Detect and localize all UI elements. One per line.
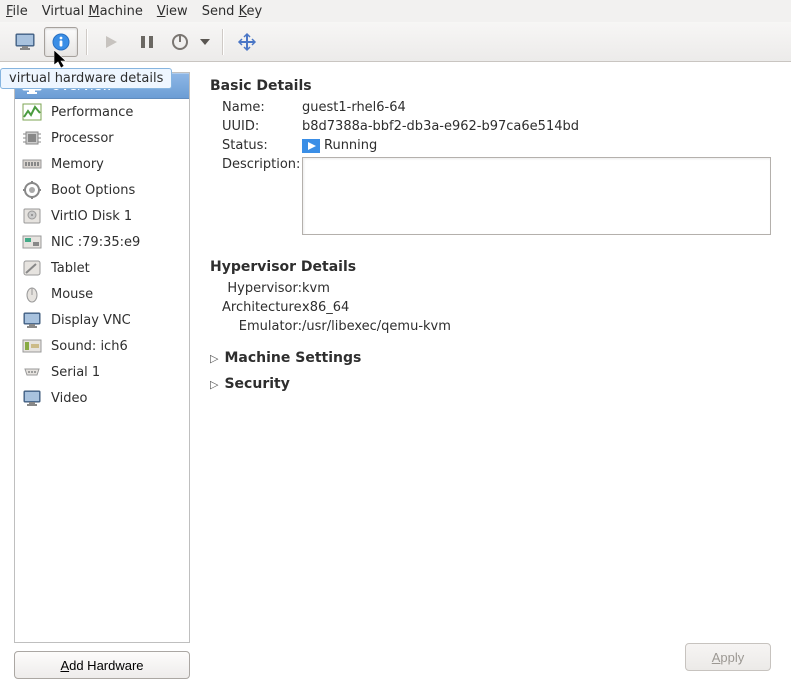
sidebar-container: Overview Performance Processor Memory Bo… <box>0 62 196 685</box>
machine-settings-expander[interactable]: ▷ Machine Settings <box>210 350 771 366</box>
apply-button[interactable]: Apply <box>685 643 771 671</box>
toolbar-separator-2 <box>222 29 224 55</box>
monitor-icon <box>14 32 36 52</box>
sidebar-item-label: Boot Options <box>51 183 135 198</box>
name-label: Name: <box>210 100 302 115</box>
power-icon <box>171 33 189 51</box>
emulator-label: Emulator: <box>210 319 302 334</box>
security-label: Security <box>224 376 289 392</box>
toolbar-separator <box>86 29 88 55</box>
triangle-right-icon: ▷ <box>210 352 218 365</box>
status-value: Running <box>302 138 771 153</box>
uuid-label: UUID: <box>210 119 302 134</box>
basic-details-title: Basic Details <box>210 78 771 94</box>
menu-send-key[interactable]: Send Key <box>202 4 262 19</box>
menu-file[interactable]: File <box>6 4 28 19</box>
security-expander[interactable]: ▷ Security <box>210 376 771 392</box>
fullscreen-button[interactable] <box>230 27 264 57</box>
uuid-value: b8d7388a-bbf2-db3a-e962-b97ca6e514bd <box>302 119 771 134</box>
status-label: Status: <box>210 138 302 153</box>
mouse-icon <box>21 284 43 304</box>
sidebar-item-label: Display VNC <box>51 313 131 328</box>
machine-settings-label: Machine Settings <box>224 350 361 366</box>
description-label: Description: <box>210 157 302 172</box>
display-icon <box>21 310 43 330</box>
basic-details-section: Basic Details Name: guest1-rhel6-64 UUID… <box>210 78 771 239</box>
memory-icon <box>21 154 43 174</box>
content-pane: Basic Details Name: guest1-rhel6-64 UUID… <box>196 62 791 685</box>
performance-icon <box>21 102 43 122</box>
video-icon <box>21 388 43 408</box>
menubar: File Virtual Machine View Send Key <box>0 0 791 22</box>
architecture-label: Architecture: <box>210 300 302 315</box>
sidebar-item-serial[interactable]: Serial 1 <box>15 359 189 385</box>
sidebar-item-video[interactable]: Video <box>15 385 189 411</box>
description-input[interactable] <box>302 157 771 235</box>
pause-button[interactable] <box>130 27 164 57</box>
tablet-icon <box>21 258 43 278</box>
name-value: guest1-rhel6-64 <box>302 100 771 115</box>
serial-icon <box>21 362 43 382</box>
sidebar-item-label: Serial 1 <box>51 365 100 380</box>
hypervisor-value: kvm <box>302 281 771 296</box>
sidebar-item-memory[interactable]: Memory <box>15 151 189 177</box>
sidebar-item-label: Tablet <box>51 261 90 276</box>
sidebar-item-sound[interactable]: Sound: ich6 <box>15 333 189 359</box>
running-icon <box>302 139 320 153</box>
sidebar-item-performance[interactable]: Performance <box>15 99 189 125</box>
hardware-list: Overview Performance Processor Memory Bo… <box>14 72 190 643</box>
sidebar-item-label: NIC :79:35:e9 <box>51 235 140 250</box>
shutdown-button[interactable] <box>166 27 194 57</box>
architecture-value: x86_64 <box>302 300 771 315</box>
tooltip: virtual hardware details <box>0 68 172 89</box>
sidebar-item-display[interactable]: Display VNC <box>15 307 189 333</box>
hypervisor-label: Hypervisor: <box>210 281 302 296</box>
menu-view[interactable]: View <box>157 4 188 19</box>
sidebar-item-label: Memory <box>51 157 104 172</box>
sidebar-item-processor[interactable]: Processor <box>15 125 189 151</box>
nic-icon <box>21 232 43 252</box>
shutdown-menu-button[interactable] <box>196 27 214 57</box>
chevron-down-icon <box>200 37 210 47</box>
menu-virtual-machine[interactable]: Virtual Machine <box>42 4 143 19</box>
fullscreen-icon <box>237 32 257 52</box>
sidebar-item-nic[interactable]: NIC :79:35:e9 <box>15 229 189 255</box>
toolbar: virtual hardware details <box>0 22 791 62</box>
processor-icon <box>21 128 43 148</box>
sidebar-item-boot-options[interactable]: Boot Options <box>15 177 189 203</box>
sidebar-item-label: Video <box>51 391 87 406</box>
status-text: Running <box>324 138 377 153</box>
hypervisor-details-title: Hypervisor Details <box>210 259 771 275</box>
console-button[interactable] <box>8 27 42 57</box>
triangle-right-icon: ▷ <box>210 378 218 391</box>
sidebar-item-tablet[interactable]: Tablet <box>15 255 189 281</box>
sidebar-item-mouse[interactable]: Mouse <box>15 281 189 307</box>
sound-icon <box>21 336 43 356</box>
footer: Apply <box>210 633 771 671</box>
disk-icon <box>21 206 43 226</box>
sidebar-item-label: Performance <box>51 105 133 120</box>
sidebar-item-label: Mouse <box>51 287 93 302</box>
add-hardware-button[interactable]: Add Hardware <box>14 651 190 679</box>
play-icon <box>103 34 119 50</box>
run-button[interactable] <box>94 27 128 57</box>
sidebar-item-disk[interactable]: VirtIO Disk 1 <box>15 203 189 229</box>
emulator-value: /usr/libexec/qemu-kvm <box>302 319 771 334</box>
sidebar-item-label: Sound: ich6 <box>51 339 128 354</box>
pause-icon <box>140 35 154 49</box>
sidebar-item-label: Processor <box>51 131 114 146</box>
details-button[interactable] <box>44 27 78 57</box>
boot-icon <box>21 180 43 200</box>
hypervisor-details-section: Hypervisor Details Hypervisor: kvm Archi… <box>210 259 771 338</box>
info-icon <box>51 32 71 52</box>
sidebar-item-label: VirtIO Disk 1 <box>51 209 132 224</box>
